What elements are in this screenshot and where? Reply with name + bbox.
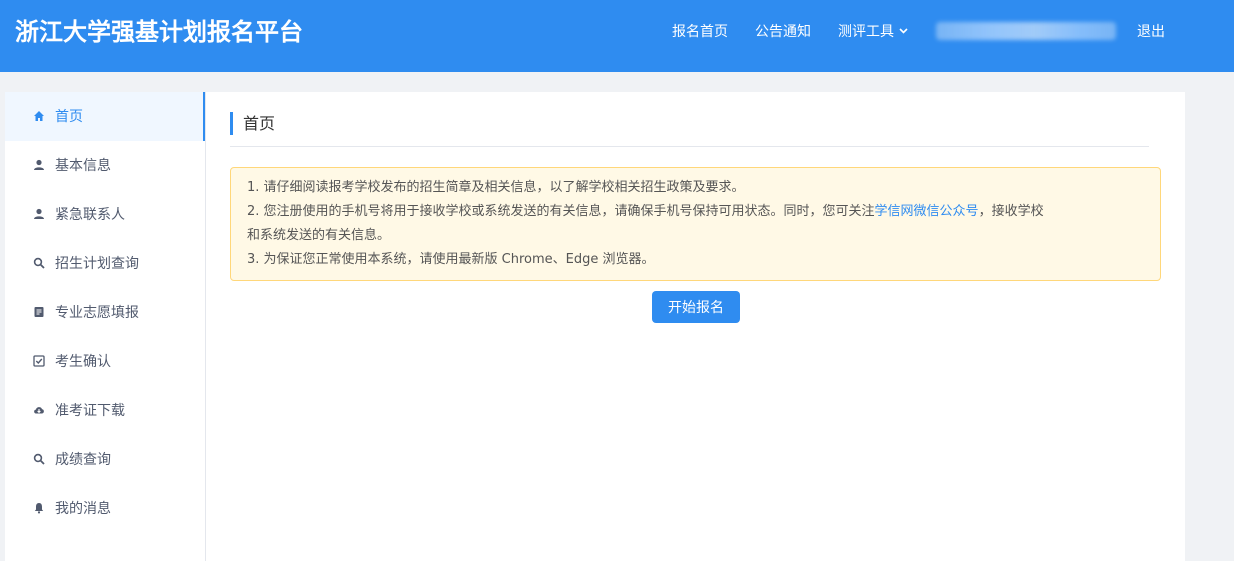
chevron-down-icon: [899, 28, 908, 34]
home-icon: [34, 111, 44, 121]
start-registration-button[interactable]: 开始报名: [652, 291, 740, 323]
sidebar-item-label: 紧急联系人: [55, 207, 125, 223]
bell-icon: [34, 503, 44, 514]
notice-box: 1. 请仔细阅读报考学校发布的招生简章及相关信息，以了解学校相关招生政策及要求。…: [230, 167, 1161, 281]
nav-logout[interactable]: 退出: [1137, 22, 1165, 42]
sidebar-item-label: 成绩查询: [55, 452, 111, 468]
checkbox-icon: [33, 355, 45, 367]
top-header: 浙江大学强基计划报名平台 报名首页 公告通知 测评工具 退出: [0, 0, 1234, 72]
notice-line-2-text: 2. 您注册使用的手机号将用于接收学校或系统发送的有关信息，请确保手机号保持可用…: [247, 204, 875, 219]
sidebar-item-label: 首页: [55, 109, 83, 125]
sidebar: 首页 基本信息 紧急联系人 招生计划查询 专业志愿填报 考生确认 准考证下载 成…: [5, 92, 206, 561]
nav-assessment-tools[interactable]: 测评工具: [838, 22, 908, 42]
title-accent-bar: [230, 112, 233, 135]
sidebar-item-label: 我的消息: [55, 501, 111, 517]
notice-line-2-continued: 和系统发送的有关信息。: [247, 228, 391, 243]
document-icon: [34, 307, 44, 317]
notice-line-1: 1. 请仔细阅读报考学校发布的招生简章及相关信息，以了解学校相关招生政策及要求。: [247, 180, 745, 195]
sidebar-item-basic-info[interactable]: 基本信息: [5, 141, 205, 190]
sidebar-item-home[interactable]: 首页: [5, 92, 205, 141]
sidebar-item-label: 准考证下载: [55, 403, 125, 419]
wechat-official-account-link[interactable]: 学信网微信公众号: [875, 204, 979, 219]
sidebar-item-label: 专业志愿填报: [55, 305, 139, 321]
sidebar-item-label: 招生计划查询: [55, 256, 139, 272]
user-name-redacted: [936, 22, 1116, 40]
site-title: 浙江大学强基计划报名平台: [15, 18, 303, 46]
page-title-bar: 首页: [230, 112, 1149, 147]
page-title: 首页: [243, 114, 276, 133]
sidebar-item-my-messages[interactable]: 我的消息: [5, 484, 205, 533]
nav-assessment-tools-label: 测评工具: [838, 24, 894, 40]
user-icon: [34, 208, 44, 219]
nav-announcements[interactable]: 公告通知: [755, 22, 811, 42]
sidebar-item-candidate-confirm[interactable]: 考生确认: [5, 337, 205, 386]
search-icon: [33, 257, 45, 269]
sidebar-item-emergency-contact[interactable]: 紧急联系人: [5, 190, 205, 239]
sidebar-item-label: 基本信息: [55, 158, 111, 174]
notice-line-3: 3. 为保证您正常使用本系统，请使用最新版 Chrome、Edge 浏览器。: [247, 252, 655, 267]
nav-home[interactable]: 报名首页: [672, 22, 728, 42]
right-background: [1185, 72, 1234, 561]
user-icon: [34, 159, 44, 170]
notice-line-2: 2. 您注册使用的手机号将用于接收学校或系统发送的有关信息，请确保手机号保持可用…: [247, 203, 1044, 221]
notice-line-2-tail: ，接收学校: [978, 204, 1044, 219]
sidebar-item-score-query[interactable]: 成绩查询: [5, 435, 205, 484]
sidebar-item-admission-ticket[interactable]: 准考证下载: [5, 386, 205, 435]
sidebar-item-major-preference[interactable]: 专业志愿填报: [5, 288, 205, 337]
search-icon: [33, 453, 45, 465]
sidebar-item-label: 考生确认: [55, 354, 111, 370]
cloud-download-icon: [34, 407, 44, 414]
main-content: 首页 1. 请仔细阅读报考学校发布的招生简章及相关信息，以了解学校相关招生政策及…: [206, 92, 1185, 561]
sidebar-item-plan-query[interactable]: 招生计划查询: [5, 239, 205, 288]
